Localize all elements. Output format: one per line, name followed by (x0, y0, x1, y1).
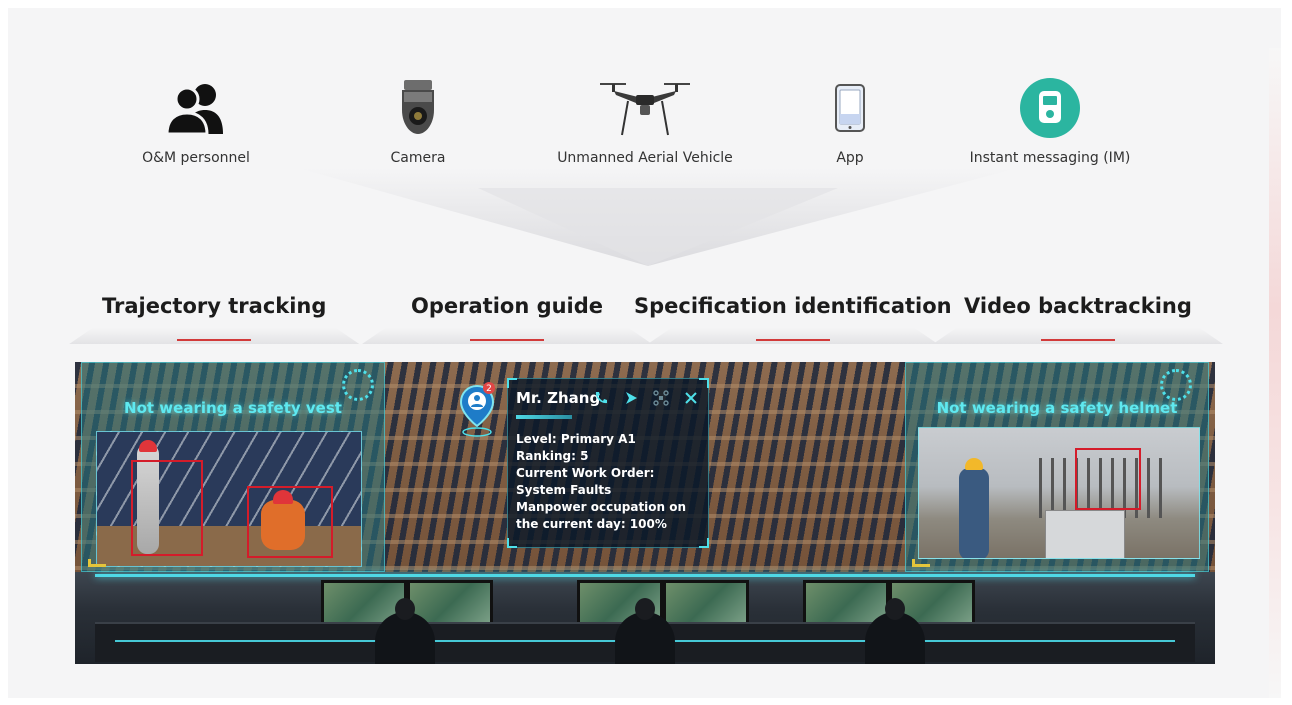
operator-figure (375, 598, 435, 664)
scan-ring-icon (1160, 369, 1192, 401)
detection-box (247, 486, 333, 558)
detail-line: Current Work Order: (516, 466, 655, 480)
capability-specification-identification: Specification identification (634, 294, 952, 344)
card-corner (507, 378, 517, 388)
operator-figure (865, 598, 925, 664)
drone-dispatch-icon[interactable] (652, 389, 670, 407)
notification-count: 2 (486, 384, 492, 394)
capability-underline (1040, 339, 1115, 341)
source-app: App (740, 76, 960, 166)
source-uav: Unmanned Aerial Vehicle (535, 76, 755, 166)
detail-line: System Faults (516, 483, 612, 497)
capability-underline (177, 339, 252, 341)
alert-panel-left: Not wearing a safety vest (81, 362, 385, 572)
detection-box (1075, 448, 1141, 510)
close-icon[interactable] (682, 389, 700, 407)
capability-platform (647, 328, 938, 344)
helmet (965, 458, 983, 470)
ceiling-light-strip (95, 574, 1195, 577)
alert-panel-right: Not wearing a safety helmet (905, 362, 1209, 572)
capability-operation-guide: Operation guide (362, 294, 653, 344)
drone-icon (600, 83, 690, 136)
level-progress-bar (516, 415, 572, 419)
detection-box (131, 460, 203, 556)
equipment-cabinet (1045, 510, 1125, 558)
frame-bracket (912, 559, 930, 567)
frame-bracket (88, 559, 106, 567)
personnel-name: Mr. Zhang (516, 389, 601, 407)
capability-platform (362, 328, 653, 344)
detail-line: the current day: 100% (516, 517, 667, 531)
source-im: Instant messaging (IM) (940, 76, 1160, 166)
capability-underline (470, 339, 545, 341)
card-corner (699, 378, 709, 388)
source-label: O&M personnel (142, 150, 250, 166)
card-corner (507, 538, 517, 548)
detail-line: Ranking: 5 (516, 449, 589, 463)
capability-video-backtracking: Video backtracking (932, 294, 1223, 344)
worker-figure (959, 458, 989, 558)
capability-platform (69, 328, 360, 344)
alert-photo (918, 427, 1200, 559)
source-label: Camera (390, 150, 446, 166)
detail-line: Level: Primary A1 (516, 432, 636, 446)
location-pin-icon: 2 (459, 382, 495, 437)
source-om-personnel: O&M personnel (86, 76, 306, 166)
capability-title: Trajectory tracking (102, 294, 327, 318)
helmet (139, 440, 157, 452)
capability-title: Specification identification (634, 294, 952, 318)
capability-trajectory-tracking: Trajectory tracking (69, 294, 360, 344)
source-label: Instant messaging (IM) (969, 150, 1131, 166)
phone-call-icon[interactable] (592, 389, 610, 407)
mobile-phone-icon (835, 84, 865, 132)
capability-underline (755, 339, 830, 341)
dome-camera-icon (402, 80, 434, 134)
detail-line: Manpower occupation on (516, 500, 687, 514)
alert-title: Not wearing a safety vest (124, 399, 342, 417)
control-room (75, 572, 1215, 664)
monitoring-scene: Not wearing a safety vest 2 Mr. Zhang Le… (75, 362, 1215, 664)
card-corner (699, 538, 709, 548)
alert-photo (96, 431, 362, 567)
side-accent-strip (1269, 48, 1281, 698)
operator-figure (615, 598, 675, 664)
alert-title: Not wearing a safety helmet (936, 399, 1178, 417)
chat-app-icon (1020, 78, 1080, 138)
personnel-details: Level: Primary A1 Ranking: 5 Current Wor… (516, 431, 706, 533)
source-camera: Camera (308, 76, 528, 166)
convergence-funnel (298, 168, 1018, 266)
capability-title: Video backtracking (964, 294, 1192, 318)
card-actions (592, 389, 700, 407)
scan-ring-icon (342, 369, 374, 401)
source-label: Unmanned Aerial Vehicle (557, 150, 733, 166)
source-label: App (836, 150, 864, 166)
navigate-icon[interactable] (622, 389, 640, 407)
personnel-info-card: Mr. Zhang Level: Primary A1 Ranking: 5 C… (507, 378, 709, 548)
capability-platform (932, 328, 1223, 344)
capability-title: Operation guide (411, 294, 604, 318)
people-group-icon (165, 84, 223, 134)
